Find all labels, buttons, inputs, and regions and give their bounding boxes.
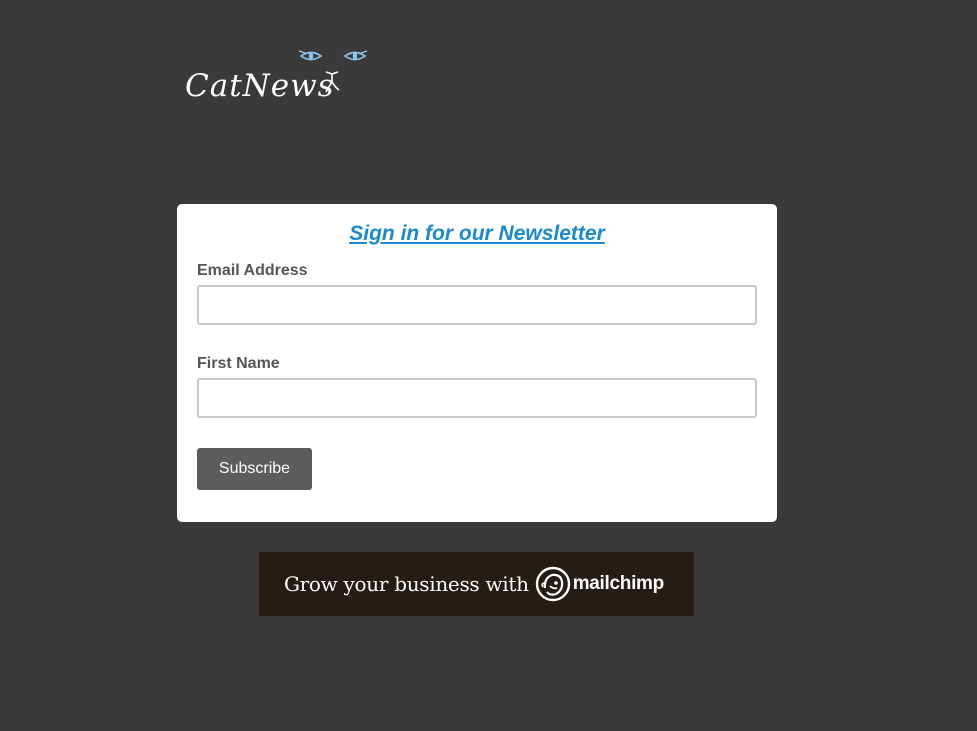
form-title-link[interactable]: Sign in for our Newsletter bbox=[177, 221, 777, 247]
subscribe-button[interactable]: Subscribe bbox=[197, 448, 312, 490]
mailchimp-banner-link[interactable]: Grow your business with mailchimp bbox=[259, 552, 694, 616]
mailchimp-freddie-icon bbox=[535, 566, 570, 602]
newsletter-form-card: Sign in for our Newsletter Email Address… bbox=[177, 204, 777, 522]
email-field[interactable] bbox=[197, 285, 757, 325]
catnews-logo: CatNews bbox=[185, 48, 370, 104]
banner-text: Grow your business with bbox=[284, 572, 529, 596]
first-name-field[interactable] bbox=[197, 378, 757, 418]
banner-brand: mailchimp bbox=[572, 573, 665, 594]
email-label: Email Address bbox=[197, 262, 308, 279]
first-name-label: First Name bbox=[197, 355, 280, 372]
logo-text: CatNews bbox=[185, 68, 335, 104]
